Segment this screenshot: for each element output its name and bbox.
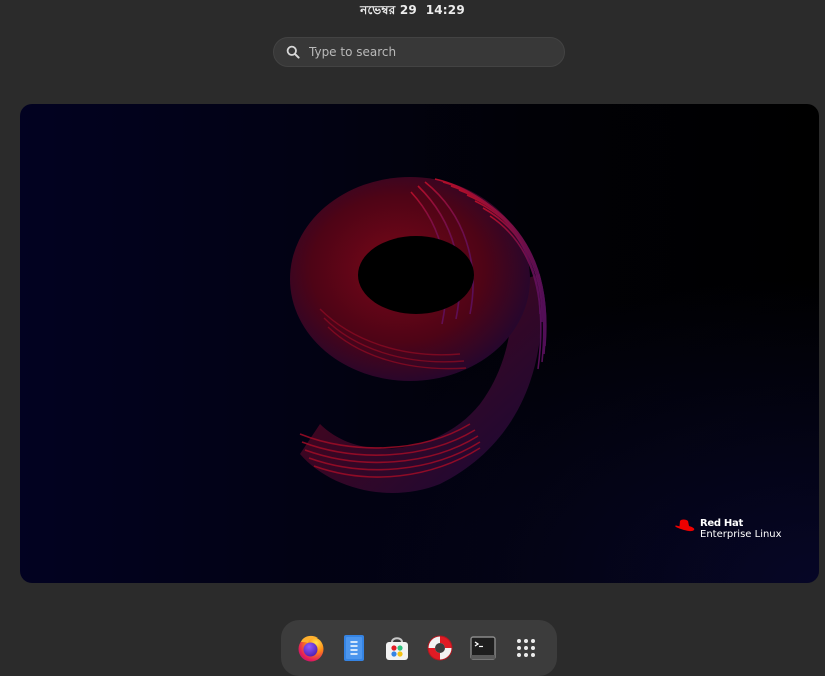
software-icon [386,637,408,660]
red-hat-wordmark: Red Hat Enterprise Linux [700,518,782,540]
dock-item-text-editor[interactable] [337,631,371,665]
dock-item-firefox[interactable] [294,631,328,665]
dock-item-terminal[interactable] [466,631,500,665]
text-editor-icon [344,635,364,661]
terminal-icon [470,636,496,660]
red-hat-logo: Red Hat Enterprise Linux [674,518,782,540]
product-name: Enterprise Linux [700,529,782,540]
search-icon [286,45,300,59]
dock-item-software[interactable] [380,631,414,665]
dock [281,620,557,676]
brand-name: Red Hat [700,518,743,529]
clock[interactable]: নভেম্বর 29 14:29 [360,2,465,22]
app-grid-icon [517,639,535,657]
workspace-thumbnail[interactable]: Red Hat Enterprise Linux [20,104,819,583]
firefox-icon [298,635,324,662]
help-lifebuoy-icon [427,635,453,661]
wallpaper-nine-graphic [290,177,547,493]
dock-item-show-applications[interactable] [509,631,543,665]
search-input[interactable] [309,45,529,59]
top-bar: নভেম্বর 29 14:29 [0,0,825,24]
search-bar[interactable] [273,37,565,67]
dock-item-help[interactable] [423,631,457,665]
red-hat-icon [675,519,695,532]
